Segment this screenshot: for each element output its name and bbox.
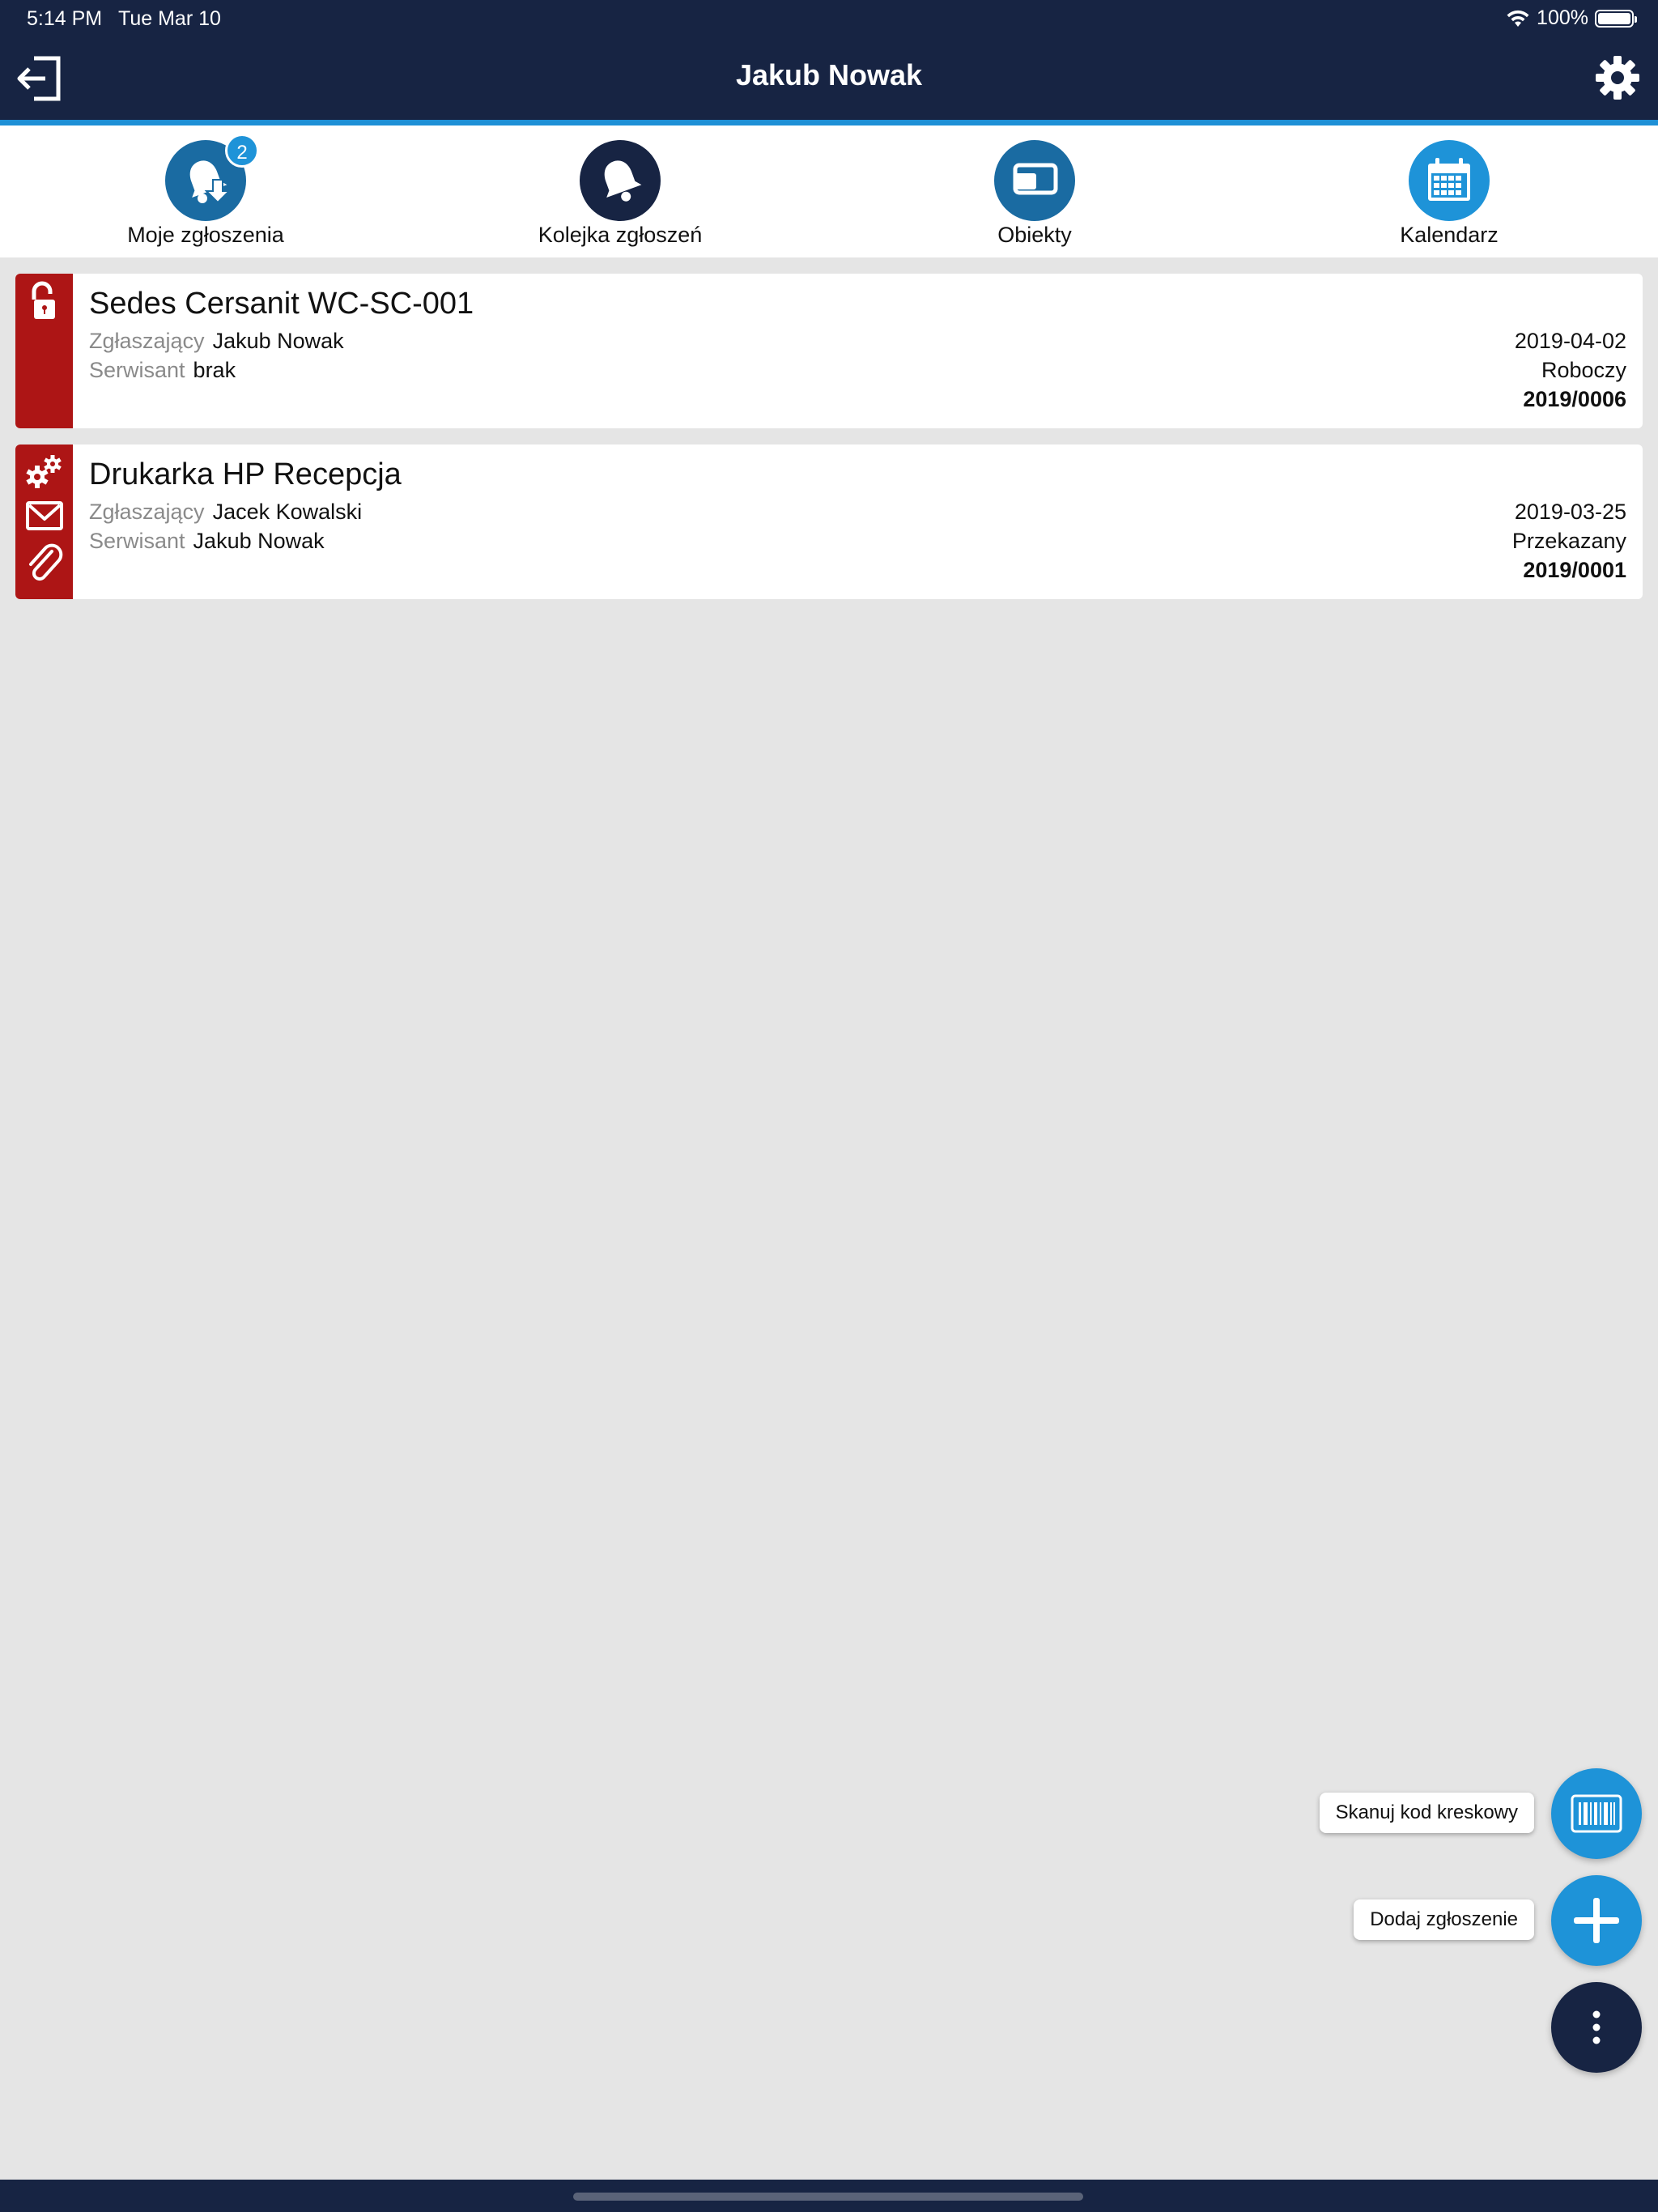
ticket-card[interactable]: Sedes Cersanit WC-SC-001 Zgłaszający Jaku… [15,274,1643,428]
nav-kalendarz[interactable]: Kalendarz [1328,140,1571,248]
ticket-reporter-row: Zgłaszający Jakub Nowak [89,329,344,354]
mail-icon [26,501,63,530]
ticket-status-strip [15,274,73,428]
nav-obiekty[interactable]: Obiekty [913,140,1156,248]
calendar-icon [1409,140,1490,221]
reporter-label: Zgłaszający [89,500,205,524]
ticket-reporter-row: Zgłaszający Jacek Kowalski [89,500,362,525]
paperclip-icon [29,543,63,581]
nav-moje-zgloszenia[interactable]: 2 Moje zgłoszenia [84,134,327,248]
technician-value: Jakub Nowak [193,529,325,553]
page-title: Jakub Nowak [735,58,923,91]
ticket-date: 2019-03-25 [1514,500,1626,524]
ticket-card[interactable]: Drukarka HP Recepcja Zgłaszający Jacek Ko… [15,445,1643,599]
reporter-value: Jakub Nowak [212,329,344,353]
notification-badge: 2 [225,134,259,168]
scan-barcode-button[interactable] [1551,1768,1642,1859]
nav-label: Kolejka zgłoszeń [538,223,703,247]
ticket-technician-row: Serwisant brak [89,358,236,383]
scan-barcode-label[interactable]: Skanuj kod kreskowy [1319,1793,1534,1833]
nav-label: Moje zgłoszenia [127,223,284,247]
ticket-technician-row: Serwisant Jakub Nowak [89,529,325,554]
more-vertical-icon [1592,2010,1601,2044]
technician-label: Serwisant [89,358,185,382]
wifi-icon [1507,10,1529,27]
battery-percent: 100% [1537,6,1588,29]
nav-kolejka-zgloszen[interactable]: Kolejka zgłoszeń [499,140,742,248]
add-ticket-label[interactable]: Dodaj zgłoszenie [1354,1899,1534,1940]
ticket-date: 2019-04-02 [1514,329,1626,353]
bell-download-icon: 2 [165,134,259,221]
gear-icon[interactable] [1595,55,1640,100]
nav-label: Kalendarz [1400,223,1499,247]
app-header: Jakub Nowak [0,39,1658,125]
technician-label: Serwisant [89,529,185,553]
ticket-status-strip [15,445,73,599]
home-indicator[interactable] [573,2193,1083,2201]
status-right: 100% [1506,6,1637,30]
bottom-bar [0,2180,1658,2212]
battery-icon [1595,9,1637,28]
ticket-title: Sedes Cersanit WC-SC-001 [89,287,474,321]
ticket-status: Przekazany [1511,529,1626,553]
ticket-number: 2019/0001 [1523,558,1626,582]
plus-icon [1574,1898,1619,1943]
status-time: 5:14 PM [27,7,103,30]
devices-icon [994,140,1075,221]
ticket-title: Drukarka HP Recepcja [89,457,402,491]
main-nav: 2 Moje zgłoszenia Kolejka zgłoszeń Obiek… [0,125,1658,257]
bell-icon [580,140,661,221]
gears-icon [26,455,62,488]
ticket-status: Roboczy [1541,358,1626,382]
add-ticket-button[interactable] [1551,1875,1642,1966]
nav-label: Obiekty [997,223,1072,247]
reporter-label: Zgłaszający [89,329,205,353]
barcode-icon [1571,1794,1622,1833]
reporter-value: Jacek Kowalski [212,500,363,524]
status-date: Tue Mar 10 [118,7,221,30]
status-bar: 5:14 PM Tue Mar 10 100% [0,0,1658,39]
ticket-number: 2019/0006 [1523,387,1626,411]
technician-value: brak [193,358,236,382]
unlock-icon [32,281,55,319]
more-menu-button[interactable] [1551,1982,1642,2073]
